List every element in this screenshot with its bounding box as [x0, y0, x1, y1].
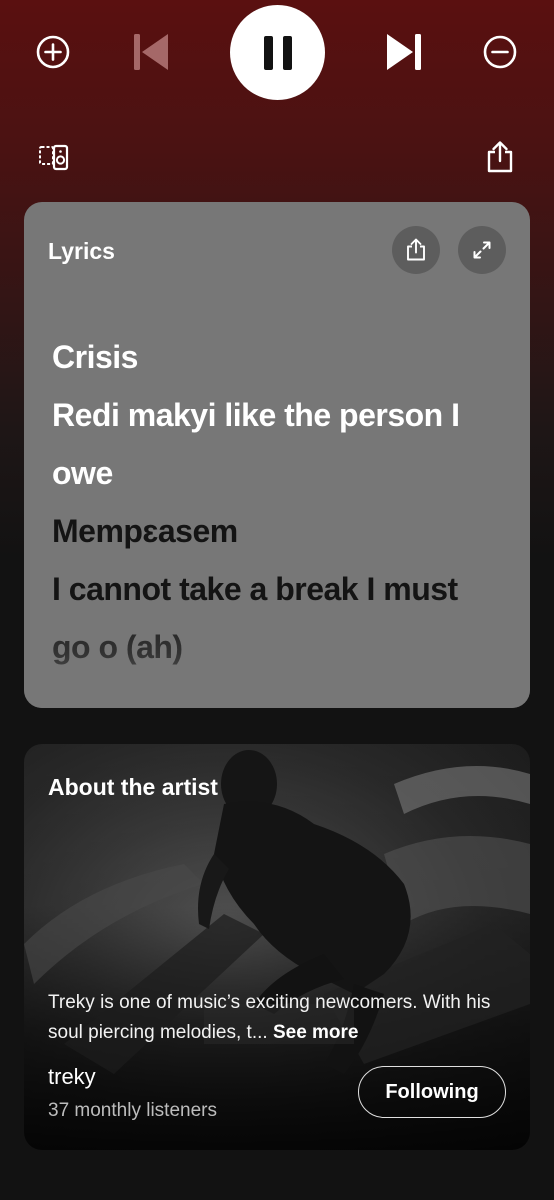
about-artist-heading: About the artist — [48, 774, 218, 800]
artist-name: treky — [48, 1064, 96, 1089]
share-icon — [487, 141, 513, 173]
lyric-line: Crisis — [52, 339, 138, 375]
previous-track-button[interactable] — [128, 28, 174, 76]
lyric-line: go o (ah) — [52, 629, 183, 665]
pause-button[interactable] — [230, 5, 325, 100]
plus-circle-icon — [36, 35, 70, 69]
lyric-line: Redi makyi like the person I — [52, 397, 460, 433]
lyrics-expand-button[interactable] — [458, 226, 506, 274]
artist-bio: Treky is one of music’s exciting newcome… — [48, 988, 510, 1048]
monthly-listeners: 37 monthly listeners — [48, 1100, 217, 1121]
lyric-line: I cannot take a break I must — [52, 571, 458, 607]
share-icon — [407, 238, 425, 261]
about-artist-card[interactable]: About the artist Treky is one of music’s… — [24, 744, 530, 1150]
next-track-button[interactable] — [381, 28, 427, 76]
see-more-link[interactable]: See more — [273, 1022, 359, 1043]
lyrics-share-button[interactable] — [392, 226, 440, 274]
hide-song-button[interactable] — [480, 32, 520, 72]
lyric-line: owe — [52, 455, 113, 491]
skip-next-icon — [387, 34, 421, 70]
player-controls — [0, 0, 554, 110]
pause-icon — [263, 35, 292, 70]
lyrics-text: Crisis Redi makyi like the person I owe … — [52, 328, 512, 676]
lyric-line: Mempɛasem — [52, 513, 238, 549]
lyrics-title: Lyrics — [48, 238, 115, 264]
devices-icon — [39, 144, 69, 171]
lyrics-card[interactable]: Lyrics Crisis Redi makyi like the person… — [24, 202, 530, 708]
artist-bio-text: Treky is one of music’s exciting newcome… — [48, 992, 491, 1043]
connect-devices-button[interactable] — [36, 142, 72, 174]
share-button[interactable] — [482, 138, 518, 176]
expand-icon — [473, 241, 491, 259]
add-to-library-button[interactable] — [33, 32, 73, 72]
following-button[interactable]: Following — [358, 1066, 506, 1118]
skip-previous-icon — [134, 34, 168, 70]
minus-circle-icon — [483, 35, 517, 69]
